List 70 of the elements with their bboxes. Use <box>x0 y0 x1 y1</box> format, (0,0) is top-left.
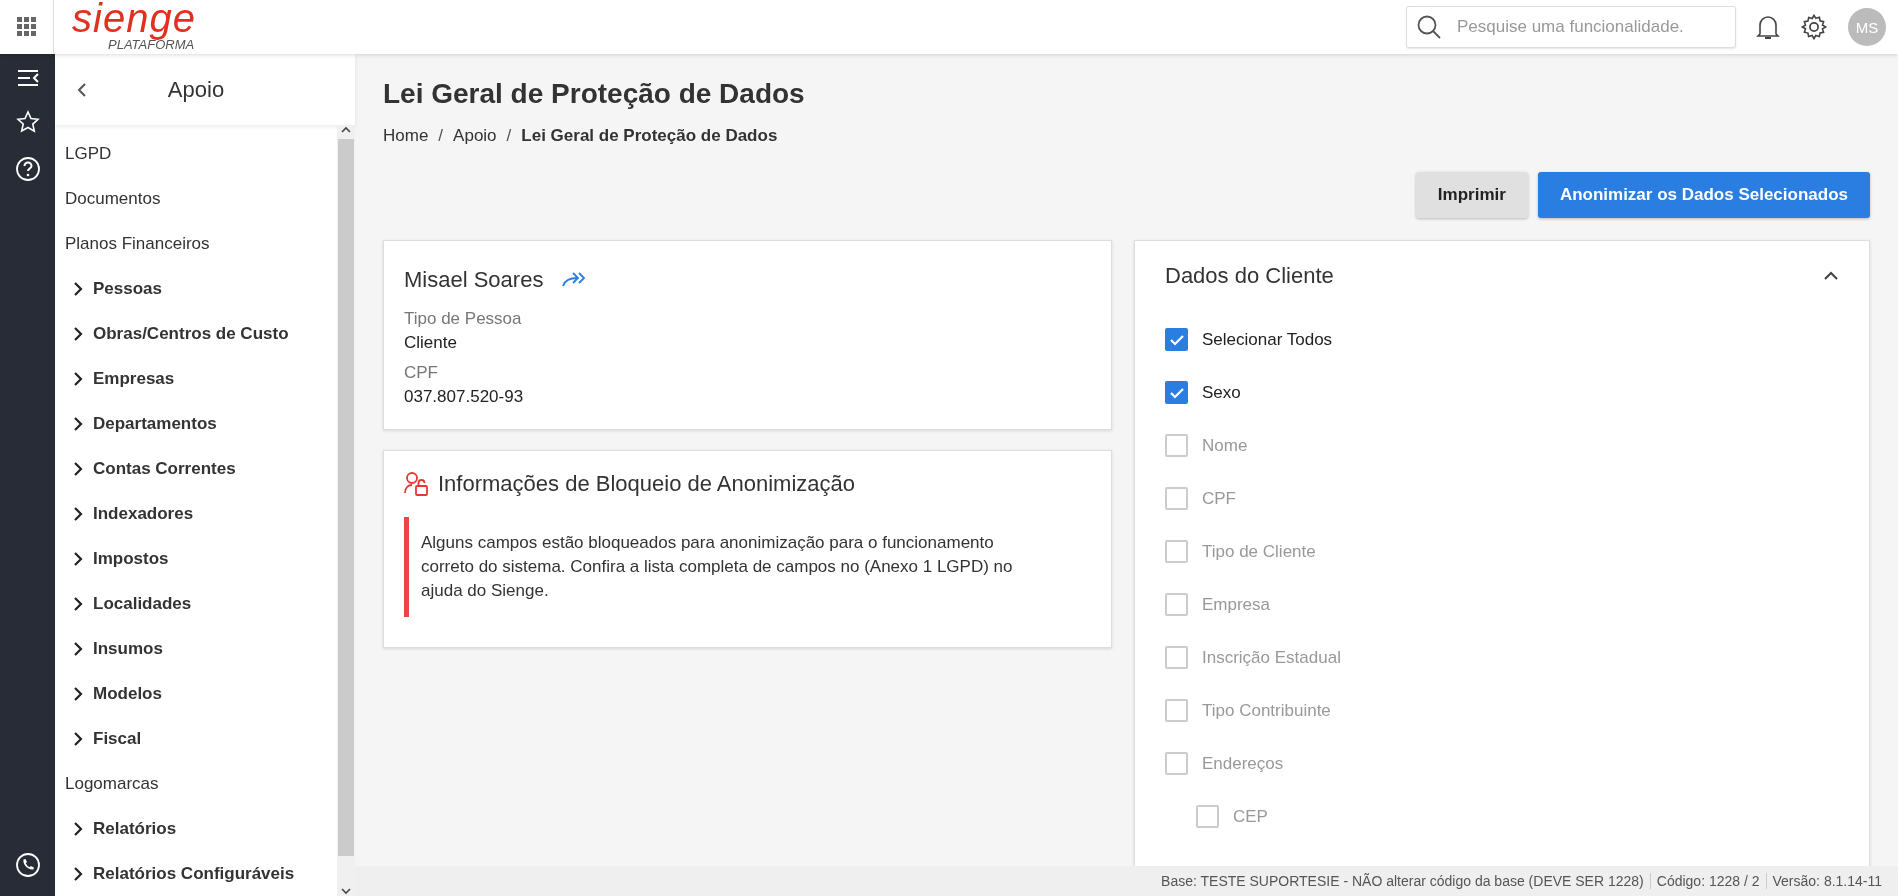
sidebar-item[interactable]: Insumos <box>53 626 337 671</box>
help-icon[interactable] <box>14 156 41 182</box>
phone-icon[interactable] <box>14 852 41 878</box>
chevron-icon <box>73 731 83 746</box>
sidebar-item[interactable]: Documentos <box>55 176 337 221</box>
scrollbar[interactable] <box>337 125 355 896</box>
checkbox[interactable] <box>1165 328 1188 351</box>
panel-title: Dados do Cliente <box>1165 263 1334 289</box>
search-icon <box>1416 14 1442 40</box>
sidebar-item[interactable]: Localidades <box>53 581 337 626</box>
chevron-icon <box>73 866 83 881</box>
field-label: CPF <box>404 363 439 383</box>
settings-icon[interactable] <box>1800 13 1828 41</box>
chevron-icon <box>73 641 83 656</box>
sidebar-item[interactable]: Indexadores <box>53 491 337 536</box>
sidebar-item[interactable]: LGPD <box>55 131 337 176</box>
chevron-icon <box>73 281 83 296</box>
breadcrumb-link[interactable]: Apoio <box>453 126 497 146</box>
checkbox[interactable] <box>1165 381 1188 404</box>
breadcrumb-separator: / <box>506 126 512 146</box>
anonymize-button[interactable]: Anonimizar os Dados Selecionados <box>1537 172 1870 218</box>
chevron-icon <box>73 326 83 341</box>
breadcrumb-link[interactable]: Lei Geral de Proteção de Dados <box>521 126 778 146</box>
checkbox-option[interactable]: Sexo <box>1165 366 1839 419</box>
chevron-icon <box>73 821 83 836</box>
sidebar-item[interactable]: Logomarcas <box>55 761 337 806</box>
logo: sienge <box>72 0 196 38</box>
sidebar-item[interactable]: Empresas <box>53 356 337 401</box>
sidebar-item[interactable]: Modelos <box>53 671 337 716</box>
field-label: Tipo de Pessoa <box>404 309 523 329</box>
breadcrumb-separator: / <box>438 126 444 146</box>
menu-icon[interactable] <box>15 68 40 88</box>
print-button[interactable]: Imprimir <box>1415 172 1528 218</box>
warning-message: Alguns campos estão bloqueados para anonimização para o funcionamento correto do sistema. Confira a lista completa de campos no (Anexo 1 LGPD) no ajuda do Sienge. <box>404 517 1091 617</box>
status-text: Base: TESTE SUPORTESIE - NÃO alterar código da base (DEVE SER 1228) <box>1160 873 1645 889</box>
chevron-icon <box>73 551 83 566</box>
chevron-icon <box>73 686 83 701</box>
search-field[interactable]: Pesquise uma funcionalidade. <box>1406 6 1736 48</box>
breadcrumb-link[interactable]: Home <box>383 126 429 146</box>
chevron-icon <box>73 416 83 431</box>
field-value: Cliente <box>404 333 458 353</box>
sidebar-item[interactable]: Contas Correntes <box>53 446 337 491</box>
sidebar-item[interactable]: Departamentos <box>53 401 337 446</box>
chevron-icon <box>73 371 83 386</box>
star-icon[interactable] <box>15 110 40 134</box>
user-lock-icon <box>404 471 430 497</box>
sidebar-item[interactable]: Relatórios <box>53 806 337 851</box>
scroll-down-icon[interactable] <box>340 886 352 896</box>
chevron-icon <box>73 596 83 611</box>
sidebar-title: Apoio <box>166 76 226 103</box>
sidebar-item[interactable]: Planos Financeiros <box>55 221 337 266</box>
collapse-button[interactable] <box>1823 271 1839 281</box>
page-title: Lei Geral de Proteção de Dados <box>383 78 806 110</box>
sidebar-item[interactable]: Relatórios Configuráveis <box>53 851 337 896</box>
apps-grid-icon <box>16 17 37 37</box>
checkbox-option[interactable]: Selecionar Todos <box>1165 313 1839 366</box>
notification-bell-icon[interactable] <box>1756 13 1780 41</box>
status-text: Código: 1228 / 2 <box>1649 873 1766 889</box>
sidebar-item[interactable]: Obras/Centros de Custo <box>53 311 337 356</box>
chevron-icon <box>73 506 83 521</box>
sidebar-item[interactable]: Impostos <box>53 536 337 581</box>
scroll-up-icon[interactable] <box>340 125 352 135</box>
person-name: Misael Soares <box>404 267 544 293</box>
status-text: Versão: 8.1.14-11 <box>1765 873 1888 889</box>
sidebar-item[interactable]: Fiscal <box>53 716 337 761</box>
chevron-icon <box>73 461 83 476</box>
field-value: 037.807.520-93 <box>404 387 525 407</box>
info-title: Informações de Bloqueio de Anonimização <box>438 471 856 497</box>
back-button[interactable] <box>77 81 87 98</box>
sidebar-item[interactable]: Pessoas <box>53 266 337 311</box>
